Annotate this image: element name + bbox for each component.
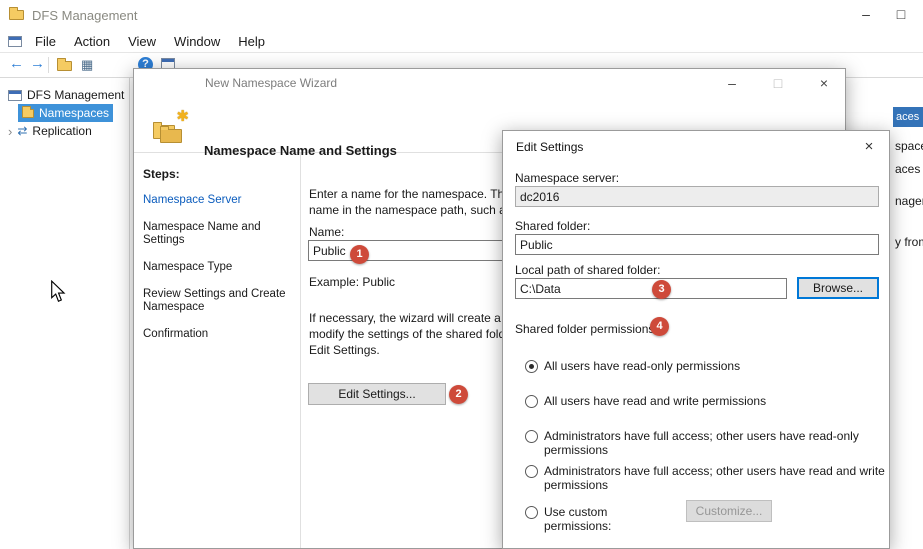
wizard-minimize-button[interactable]: – bbox=[709, 69, 755, 97]
mouse-cursor bbox=[50, 280, 66, 304]
window-title: DFS Management bbox=[32, 8, 138, 23]
permission-option-admin-full-read-only[interactable]: Administrators have full access; other u… bbox=[525, 429, 890, 457]
content-fragment-4: y from bbox=[895, 235, 923, 249]
maximize-button[interactable]: □ bbox=[884, 0, 918, 28]
edit-settings-title: Edit Settings bbox=[516, 131, 583, 163]
customize-button: Customize... bbox=[686, 500, 772, 522]
radio-admin-read-write-icon[interactable] bbox=[525, 465, 538, 478]
radio-read-only-label: All users have read-only permissions bbox=[544, 359, 890, 373]
wizard-steps-panel: Steps: Namespace Server Namespace Name a… bbox=[134, 153, 301, 549]
permission-option-custom[interactable]: Use custom permissions: bbox=[525, 505, 676, 533]
console-icon bbox=[8, 36, 22, 47]
local-path-label: Local path of shared folder: bbox=[515, 263, 660, 277]
radio-read-write-label: All users have read and write permission… bbox=[544, 394, 890, 408]
steps-heading: Steps: bbox=[143, 167, 294, 181]
example-text: Example: Public bbox=[309, 275, 395, 289]
step-badge-4: 4 bbox=[650, 317, 669, 336]
new-namespace-icon: ✱ bbox=[151, 111, 189, 145]
permission-option-admin-full-read-write[interactable]: Administrators have full access; other u… bbox=[525, 464, 890, 492]
step-badge-1: 1 bbox=[350, 245, 369, 264]
step-namespace-type: Namespace Type bbox=[143, 261, 294, 274]
forward-icon[interactable]: → bbox=[30, 55, 45, 72]
name-label: Name: bbox=[309, 225, 344, 239]
radio-custom-label: Use custom permissions: bbox=[544, 505, 676, 533]
radio-admin-read-only-icon[interactable] bbox=[525, 430, 538, 443]
intro-text-line1: Enter a name for the namespace. This na bbox=[309, 187, 530, 201]
step-confirmation: Confirmation bbox=[143, 328, 294, 341]
tree-item-replication[interactable]: › ⇄ Replication bbox=[4, 122, 96, 140]
namespace-server-input[interactable] bbox=[515, 186, 879, 207]
step-badge-2: 2 bbox=[449, 385, 468, 404]
step-namespace-server[interactable]: Namespace Server bbox=[143, 194, 294, 207]
toolbar-separator bbox=[48, 57, 49, 73]
dfs-management-screen: DFS Management – □ File Action View Wind… bbox=[0, 0, 923, 549]
back-icon[interactable]: ← bbox=[9, 55, 24, 72]
table-view-icon[interactable]: ▦ bbox=[81, 57, 93, 73]
step-review-settings: Review Settings and Create Namespace bbox=[143, 288, 294, 314]
tree-label-namespaces: Namespaces bbox=[39, 106, 109, 120]
namespace-server-label: Namespace server: bbox=[515, 171, 619, 185]
menu-help[interactable]: Help bbox=[229, 30, 274, 53]
note-text-line3: Edit Settings. bbox=[309, 343, 380, 357]
dfs-management-icon bbox=[8, 90, 22, 101]
shared-folder-input[interactable] bbox=[515, 234, 879, 255]
namespace-name-input[interactable] bbox=[308, 240, 504, 261]
tree-item-dfs-management[interactable]: DFS Management bbox=[4, 86, 128, 104]
wizard-title: New Namespace Wizard bbox=[205, 69, 337, 97]
menu-view[interactable]: View bbox=[119, 30, 165, 53]
edit-settings-close-button[interactable]: × bbox=[849, 131, 889, 163]
step-namespace-name-settings: Namespace Name and Settings bbox=[143, 221, 294, 247]
radio-custom-icon[interactable] bbox=[525, 506, 538, 519]
namespaces-icon bbox=[22, 109, 34, 118]
content-pane-header-fragment: aces bbox=[893, 107, 923, 127]
menu-bar: File Action View Window Help bbox=[0, 30, 923, 53]
shared-folder-permissions-label: Shared folder permissions: bbox=[515, 322, 658, 336]
tree-item-namespaces[interactable]: Namespaces bbox=[18, 104, 113, 122]
replication-icon: ⇄ bbox=[17, 124, 27, 138]
browse-button[interactable]: Browse... bbox=[797, 277, 879, 299]
wizard-titlebar: New Namespace Wizard – □ × bbox=[134, 69, 845, 97]
note-text-line1: If necessary, the wizard will create a s… bbox=[309, 311, 528, 325]
wizard-close-button[interactable]: × bbox=[801, 69, 846, 97]
expand-chevron-icon[interactable]: › bbox=[8, 124, 12, 139]
intro-text-line2: name in the namespace path, such as \\ bbox=[309, 203, 522, 217]
tree-label-root: DFS Management bbox=[27, 88, 124, 102]
edit-settings-titlebar: Edit Settings × bbox=[503, 131, 889, 163]
export-list-icon[interactable] bbox=[57, 61, 72, 71]
app-icon bbox=[9, 10, 24, 20]
local-path-input[interactable] bbox=[515, 278, 787, 299]
menu-window[interactable]: Window bbox=[165, 30, 229, 53]
shared-folder-label: Shared folder: bbox=[515, 219, 590, 233]
content-fragment-3: nagen bbox=[895, 194, 923, 208]
permission-option-read-only[interactable]: All users have read-only permissions bbox=[525, 359, 890, 373]
note-text-line2: modify the settings of the shared folder… bbox=[309, 327, 528, 341]
console-tree: DFS Management Namespaces › ⇄ Replicatio… bbox=[0, 78, 130, 549]
tree-label-replication: Replication bbox=[32, 124, 91, 138]
edit-settings-button[interactable]: Edit Settings... bbox=[308, 383, 446, 405]
menu-action[interactable]: Action bbox=[65, 30, 119, 53]
menu-file[interactable]: File bbox=[26, 30, 65, 53]
edit-settings-dialog: Edit Settings × Namespace server: Shared… bbox=[502, 130, 890, 549]
permission-option-read-write[interactable]: All users have read and write permission… bbox=[525, 394, 890, 408]
radio-read-only-icon[interactable] bbox=[525, 360, 538, 373]
radio-admin-read-write-label: Administrators have full access; other u… bbox=[544, 464, 890, 492]
content-fragment-2: aces t bbox=[895, 162, 923, 176]
wizard-maximize-button: □ bbox=[755, 69, 801, 97]
main-titlebar: DFS Management bbox=[0, 0, 923, 30]
content-fragment-1: space... bbox=[895, 139, 923, 153]
step-badge-3: 3 bbox=[652, 280, 671, 299]
minimize-button[interactable]: – bbox=[849, 0, 883, 28]
radio-read-write-icon[interactable] bbox=[525, 395, 538, 408]
radio-admin-read-only-label: Administrators have full access; other u… bbox=[544, 429, 890, 457]
